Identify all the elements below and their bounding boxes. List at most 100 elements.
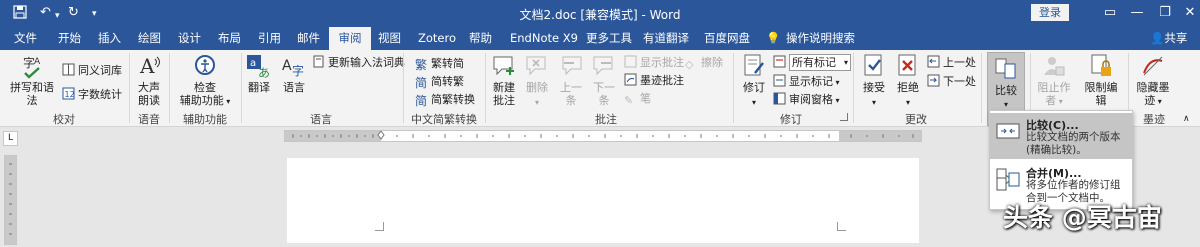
thesaurus-icon <box>62 63 75 76</box>
document-page[interactable] <box>287 158 919 243</box>
reject-button[interactable]: 拒绝 ▾ <box>894 53 922 109</box>
reject-label: 拒绝 <box>897 81 919 94</box>
dictionary-icon <box>313 55 324 68</box>
accept-label: 接受 <box>863 81 885 94</box>
tab-youdao[interactable]: 有道翻译 <box>641 27 691 50</box>
accept-button[interactable]: 接受 ▾ <box>860 53 888 109</box>
track-changes-label: 修订 <box>743 81 765 94</box>
word-count-button[interactable]: 123字数统计 <box>62 87 122 102</box>
pen-button[interactable]: ✎ 笔 <box>624 91 651 107</box>
new-comment-button[interactable]: 新建 批注 <box>490 53 518 107</box>
accessibility-icon <box>195 55 215 75</box>
separator <box>733 53 734 123</box>
chevron-down-icon: ▾ <box>843 58 848 67</box>
separator <box>853 53 854 123</box>
margin-corner-mark <box>837 222 846 231</box>
simp-to-trad-label: 简转繁 <box>431 75 464 88</box>
language-button[interactable]: A字 语言 <box>279 53 309 94</box>
tab-mailings[interactable]: 邮件 <box>295 27 322 50</box>
check-accessibility-label-1: 检查 <box>194 81 216 94</box>
reviewing-pane-button[interactable]: 审阅窗格 ▾ <box>773 92 840 107</box>
erase-label: 擦除 <box>701 56 723 69</box>
translate-button[interactable]: aあ 翻译 <box>245 53 273 94</box>
collapse-ribbon-icon[interactable]: ∧ <box>1183 112 1190 127</box>
minimize-icon[interactable]: — <box>1122 3 1152 23</box>
tell-me-search[interactable]: 操作说明搜索 <box>784 27 857 50</box>
show-comments-icon <box>624 55 637 68</box>
check-accessibility-button[interactable]: 检查 辅助功能 ▾ <box>177 53 233 108</box>
tab-help[interactable]: 帮助 <box>467 27 494 50</box>
tab-zotero[interactable]: Zotero <box>416 27 458 50</box>
chinese-conversion-button[interactable]: 简简繁转换 <box>415 92 475 108</box>
share-label: 共享 <box>1164 31 1188 45</box>
tab-file[interactable]: 文件 <box>12 27 39 50</box>
menu-item-compare[interactable]: 比较(C)... 比较文档的两个版本(精确比较)。 <box>990 113 1132 159</box>
markup-select-box[interactable]: 所有标记 ▾ <box>789 54 851 71</box>
tab-insert[interactable]: 插入 <box>96 27 123 50</box>
share-button[interactable]: 👤共享 <box>1150 27 1187 50</box>
tab-more-tools[interactable]: 更多工具 <box>584 27 634 50</box>
delete-comment-button[interactable]: 删除 ▾ <box>523 53 551 109</box>
read-aloud-button[interactable]: A 大声 朗读 <box>133 53 165 107</box>
chevron-down-icon: ▾ <box>1003 100 1008 109</box>
vertical-ruler[interactable] <box>4 155 17 245</box>
block-authors-button[interactable]: 阻止作者 ▾ <box>1034 53 1074 108</box>
next-change-button[interactable]: 下一处 <box>927 74 976 89</box>
thesaurus-button[interactable]: 同义词库 <box>62 63 122 78</box>
hide-ink-button[interactable]: 隐藏墨 迹 ▾ <box>1133 53 1173 108</box>
delete-comment-label: 删除 <box>526 81 548 94</box>
horizontal-ruler[interactable] <box>284 130 922 142</box>
word-count-label: 字数统计 <box>78 88 122 101</box>
tab-layout[interactable]: 布局 <box>216 27 243 50</box>
restrict-editing-button[interactable]: 限制编辑 <box>1080 53 1122 107</box>
next-change-label: 下一处 <box>943 75 976 88</box>
tab-review[interactable]: 审阅 <box>329 27 371 50</box>
tracking-options-launcher[interactable] <box>840 113 848 121</box>
next-comment-button[interactable]: 下一条 <box>589 53 619 107</box>
markup-select[interactable]: 所有标记 ▾ <box>773 54 851 71</box>
tab-references[interactable]: 引用 <box>256 27 283 50</box>
pen-label: 笔 <box>640 92 651 105</box>
login-button[interactable]: 登录 <box>1031 4 1069 21</box>
tab-draw[interactable]: 绘图 <box>136 27 163 50</box>
show-comments-button[interactable]: 显示批注 <box>624 55 684 70</box>
simp-to-trad-button[interactable]: 简简转繁 <box>415 74 464 90</box>
ribbon-display-icon[interactable]: ▭ <box>1095 3 1125 23</box>
new-comment-label-1: 新建 <box>493 81 515 94</box>
language-icon: A字 <box>282 58 304 78</box>
tab-baidu-pan[interactable]: 百度网盘 <box>702 27 752 50</box>
lightbulb-icon: 💡 <box>766 31 781 45</box>
separator <box>981 53 982 123</box>
tab-view[interactable]: 视图 <box>376 27 403 50</box>
compare-dropdown-menu: 比较(C)... 比较文档的两个版本(精确比较)。 合并(M)... 将多位作者… <box>989 110 1133 210</box>
update-ime-label: 更新输入法词典 <box>328 56 405 69</box>
ink-comment-button[interactable]: 墨迹批注 <box>624 73 684 88</box>
thesaurus-label: 同义词库 <box>78 64 122 77</box>
compare-versions-icon <box>996 123 1020 139</box>
compare-icon <box>995 58 1016 79</box>
title-bar: ↶ ▾ ↻ ▾ 文档2.doc [兼容模式] - Word 登录 ▭ — ❐ ✕ <box>0 0 1200 27</box>
ribbon-tabs: 文件 开始 插入 绘图 设计 布局 引用 邮件 审阅 视图 Zotero 帮助 … <box>0 27 1200 50</box>
tab-selector[interactable]: L <box>3 131 18 146</box>
spelling-icon: 字A <box>23 55 41 79</box>
show-markup-button[interactable]: 显示标记 ▾ <box>773 74 840 89</box>
track-changes-button[interactable]: 修订 ▾ <box>740 53 768 109</box>
close-icon[interactable]: ✕ <box>1175 3 1200 23</box>
spelling-grammar-button[interactable]: 字A 拼写和语法 <box>6 53 58 107</box>
previous-comment-button[interactable]: 上一条 <box>556 53 586 107</box>
tab-design[interactable]: 设计 <box>176 27 203 50</box>
previous-change-button[interactable]: 上一处 <box>927 55 976 70</box>
tab-home[interactable]: 开始 <box>56 27 83 50</box>
document-title: 文档2.doc [兼容模式] - Word <box>519 8 681 22</box>
trad-to-simp-button[interactable]: 繁繁转简 <box>415 56 464 72</box>
simp-to-trad-icon: 简 <box>415 76 428 90</box>
erase-button[interactable]: ◇ 擦除 <box>685 55 723 71</box>
trad-to-simp-icon: 繁 <box>415 58 428 72</box>
check-accessibility-label-2: 辅助功能 <box>179 94 224 107</box>
show-markup-label: 显示标记 <box>789 75 833 88</box>
ink-comment-icon <box>624 73 637 86</box>
next-change-icon <box>927 74 940 87</box>
tab-endnote[interactable]: EndNote X9 <box>508 27 580 50</box>
update-ime-dictionary-button[interactable]: 更新输入法词典 <box>312 55 405 70</box>
hide-ink-label-1: 隐藏墨 <box>1136 81 1170 94</box>
